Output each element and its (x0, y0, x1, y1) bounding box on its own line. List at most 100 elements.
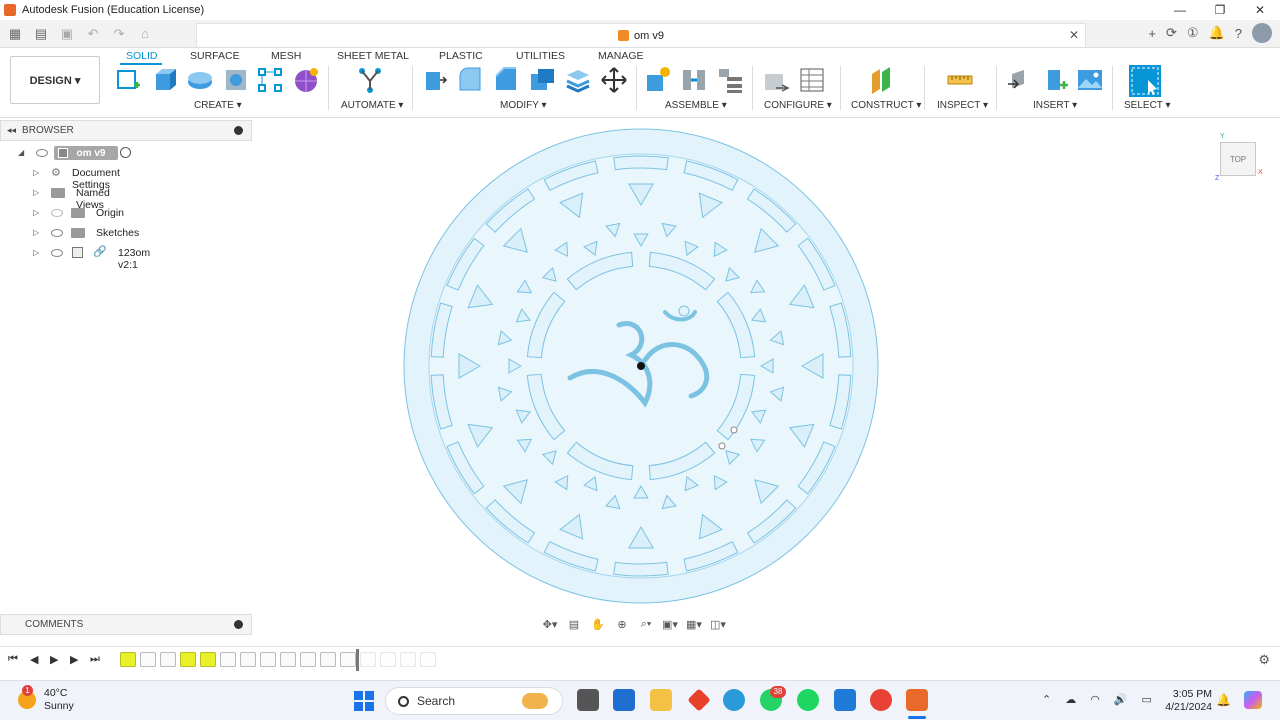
chamfer-icon[interactable] (492, 66, 520, 94)
add-comment-icon[interactable] (234, 620, 243, 629)
minimize-button[interactable]: — (1160, 3, 1200, 17)
split-body-icon[interactable] (564, 66, 592, 94)
help-icon[interactable]: ? (1235, 26, 1242, 41)
measure-icon[interactable] (946, 66, 974, 94)
activate-radio-icon[interactable] (120, 147, 131, 158)
grid-settings-icon[interactable]: ▦▾ (684, 618, 704, 631)
canvas-viewport[interactable] (255, 118, 1280, 638)
shell-icon[interactable] (528, 66, 556, 94)
volume-icon[interactable]: 🔊 (1114, 693, 1128, 706)
display-settings-icon[interactable]: ▣▾ (660, 618, 680, 631)
spotify-icon[interactable] (797, 689, 819, 711)
modify-group-label[interactable]: MODIFY ▾ (500, 100, 547, 111)
tab-solid[interactable]: SOLID (126, 50, 158, 62)
step-forward-icon[interactable]: ▶ (70, 653, 78, 666)
fillet-icon[interactable] (456, 66, 484, 94)
move-copy-icon[interactable] (600, 66, 628, 94)
go-to-end-icon[interactable]: ⏭ (90, 653, 100, 666)
construct-group-label[interactable]: CONSTRUCT ▾ (851, 100, 921, 111)
comments-panel[interactable]: COMMENTS (0, 614, 252, 635)
vscode-icon[interactable] (834, 689, 856, 711)
show-hidden-icons-icon[interactable]: ⌃ (1042, 693, 1051, 706)
copilot-icon[interactable] (1244, 691, 1262, 709)
zoom-icon[interactable]: ⊕ (612, 618, 632, 631)
fusion-taskbar-icon[interactable] (906, 689, 928, 711)
look-at-icon[interactable]: ▤ (564, 618, 584, 631)
file-explorer-icon[interactable] (650, 689, 672, 711)
chrome-icon[interactable] (870, 689, 892, 711)
tab-mesh[interactable]: MESH (271, 50, 301, 62)
revolve-icon[interactable] (186, 66, 214, 94)
timeline-feature-sketch[interactable] (220, 652, 236, 667)
microsoft-store-icon[interactable] (613, 689, 635, 711)
close-window-button[interactable]: ✕ (1240, 3, 1280, 17)
notification-bell-icon[interactable]: 🔔 (1216, 693, 1231, 707)
notifications-icon[interactable]: 🔔 (1209, 25, 1225, 41)
offset-plane-icon[interactable] (868, 66, 896, 94)
play-icon[interactable]: ▶ (50, 653, 58, 666)
timeline-feature-body[interactable] (280, 652, 296, 667)
battery-icon[interactable]: ▭ (1142, 693, 1152, 706)
orbit-icon[interactable]: ✥▾ (540, 618, 560, 631)
tab-sheet-metal[interactable]: SHEET METAL (337, 50, 409, 62)
timeline-feature-sketch[interactable] (180, 652, 196, 667)
workspace-switcher[interactable]: DESIGN ▾ (10, 56, 100, 104)
task-view-icon[interactable] (577, 689, 599, 711)
step-back-icon[interactable]: ◀ (30, 653, 38, 666)
expand-arrow-icon[interactable]: ▷ (33, 208, 39, 217)
timeline-feature-sketch[interactable] (400, 652, 416, 667)
viewports-icon[interactable]: ◫▾ (708, 618, 728, 631)
expand-arrow-icon[interactable]: ▷ (33, 168, 39, 177)
home-icon[interactable]: ⌂ (134, 23, 156, 45)
expand-arrow-icon[interactable]: ▷ (33, 188, 39, 197)
browser-minimize-icon[interactable] (234, 126, 243, 135)
timeline-feature-sketch[interactable] (380, 652, 396, 667)
weather-widget[interactable]: 1 40°C Sunny (18, 685, 74, 713)
taskbar-search[interactable]: Search (385, 687, 563, 715)
close-tab-icon[interactable]: ✕ (1069, 28, 1079, 42)
visibility-eye-icon[interactable] (51, 249, 63, 257)
new-tab-icon[interactable]: + (1148, 26, 1156, 41)
browser-panel-header[interactable]: ◂◂ BROWSER (0, 120, 252, 141)
document-tab[interactable]: om v9 ✕ (196, 23, 1086, 47)
timeline-feature-sketch[interactable] (360, 652, 376, 667)
inspect-group-label[interactable]: INSPECT ▾ (937, 100, 988, 111)
expand-arrow-icon[interactable]: ▷ (33, 228, 39, 237)
insert-canvas-icon[interactable] (1076, 66, 1104, 94)
tab-surface[interactable]: SURFACE (190, 50, 240, 62)
automate-group-label[interactable]: AUTOMATE ▾ (341, 100, 403, 111)
select-icon[interactable] (1128, 64, 1162, 98)
apps-grid-icon[interactable]: ▦ (4, 23, 26, 45)
timeline-feature-sketch[interactable] (140, 652, 156, 667)
timeline-feature-sketch[interactable] (420, 652, 436, 667)
insert-group-label[interactable]: INSERT ▾ (1033, 100, 1077, 111)
select-group-label[interactable]: SELECT ▾ (1124, 100, 1171, 111)
timeline-feature-sketch[interactable] (240, 652, 256, 667)
assemble-group-label[interactable]: ASSEMBLE ▾ (665, 100, 727, 111)
press-pull-icon[interactable] (420, 66, 448, 94)
form-sphere-icon[interactable] (292, 66, 320, 94)
configure-group-label[interactable]: CONFIGURE ▾ (764, 100, 832, 111)
wifi-icon[interactable]: ◠ (1090, 693, 1100, 706)
visibility-eye-icon[interactable] (51, 229, 63, 237)
tab-manage[interactable]: MANAGE (598, 50, 644, 62)
collapse-root-icon[interactable]: ◢ (18, 148, 24, 157)
new-component-icon[interactable] (644, 66, 672, 94)
windows-start-icon[interactable] (353, 690, 375, 712)
configure-design-icon[interactable] (762, 66, 790, 94)
automate-icon[interactable] (356, 66, 384, 94)
pattern-icon[interactable] (256, 66, 284, 94)
joint-icon[interactable] (680, 66, 708, 94)
timeline-feature-sketch[interactable] (340, 652, 356, 667)
tab-plastic[interactable]: PLASTIC (439, 50, 483, 62)
red-app-icon[interactable] (687, 688, 711, 712)
job-status-icon[interactable]: ⟳ (1166, 25, 1177, 41)
onedrive-icon[interactable]: ☁ (1065, 693, 1076, 706)
save-icon[interactable]: ▣ (56, 23, 78, 45)
configuration-table-icon[interactable] (798, 66, 826, 94)
insert-mcmaster-icon[interactable] (1042, 66, 1070, 94)
extrude-icon[interactable] (150, 66, 178, 94)
timeline-settings-icon[interactable]: ⚙ (1258, 652, 1270, 668)
timeline-feature-sketch[interactable] (300, 652, 316, 667)
timeline-feature-sketch[interactable] (320, 652, 336, 667)
